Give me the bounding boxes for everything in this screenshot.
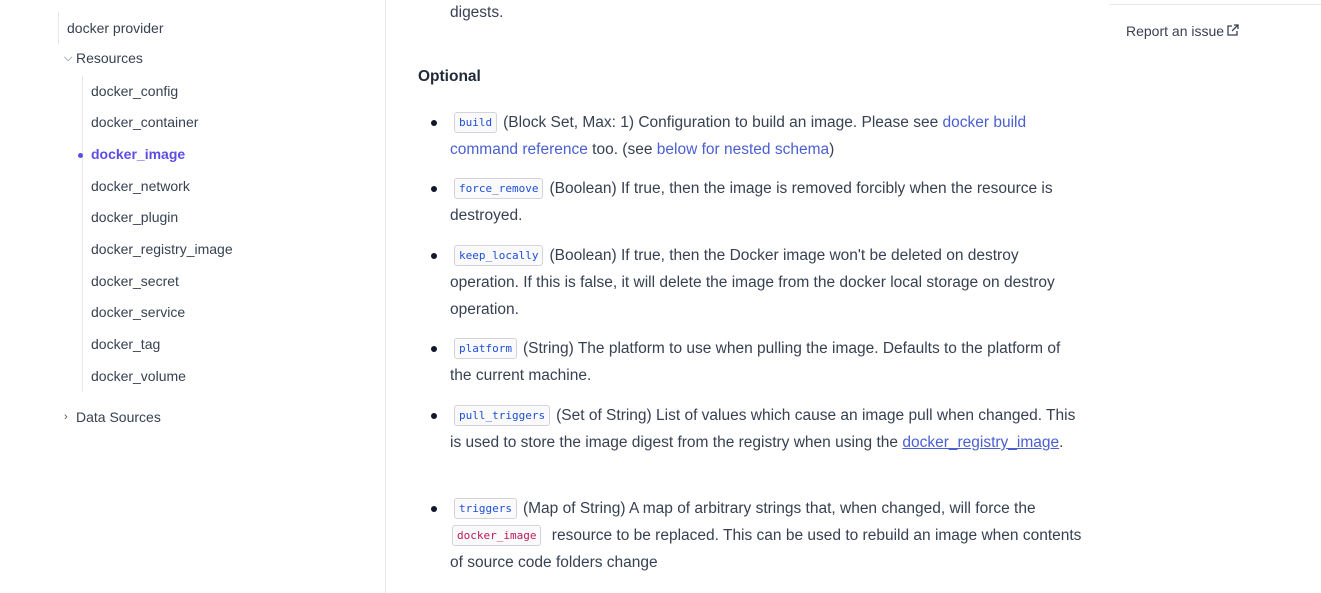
bullet-icon xyxy=(431,413,437,419)
item-text: (Map of String) A map of arbitrary strin… xyxy=(522,500,1036,517)
bullet-icon xyxy=(431,186,437,192)
code-triggers: triggers xyxy=(454,498,517,519)
sidebar-item-docker-config[interactable]: docker_config xyxy=(91,83,178,99)
item-text: (Block Set, Max: 1) Configuration to bui… xyxy=(503,114,943,131)
chevron-right-icon: › xyxy=(64,411,68,423)
external-link-icon xyxy=(1227,24,1239,36)
report-issue-label: Report an issue xyxy=(1126,23,1225,39)
code-pull-triggers: pull_triggers xyxy=(454,405,551,426)
item-text: . xyxy=(1059,434,1064,451)
sidebar-item-docker-secret[interactable]: docker_secret xyxy=(91,273,179,289)
section-heading-optional: Optional xyxy=(418,68,481,85)
intro-text: digests. xyxy=(450,4,504,21)
list-item-platform: platform (String) The platform to use whe… xyxy=(431,335,1082,389)
divider xyxy=(1110,4,1321,5)
list-item-keep-locally: keep_locally (Boolean) If true, then the … xyxy=(431,242,1082,323)
sidebar-item-docker-service[interactable]: docker_service xyxy=(91,304,185,320)
nested-schema-link[interactable]: below for nested schema xyxy=(657,141,829,158)
item-text: too. (see xyxy=(587,141,657,158)
sidebar-item-docker-container[interactable]: docker_container xyxy=(91,114,198,130)
report-issue-link[interactable]: Report an issue xyxy=(1126,23,1239,39)
sidebar-group-label: Data Sources xyxy=(76,409,161,425)
docker-registry-image-link[interactable]: docker_registry_image xyxy=(902,434,1059,451)
code-build: build xyxy=(454,112,498,133)
code-force-remove: force_remove xyxy=(454,178,544,199)
bullet-icon xyxy=(431,506,437,512)
chevron-down-icon: ⌵ xyxy=(64,51,73,64)
list-item-pull-triggers: pull_triggers (Set of String) List of val… xyxy=(431,402,1082,456)
sidebar-item-docker-plugin[interactable]: docker_plugin xyxy=(91,209,178,225)
item-text: resource to be replaced. This can be use… xyxy=(450,527,1082,571)
sidebar-item-docker-network[interactable]: docker_network xyxy=(91,178,190,194)
sidebar-root-link[interactable]: docker provider xyxy=(58,12,164,44)
sidebar-item-docker-image[interactable]: docker_image xyxy=(77,146,185,162)
sidebar-resources-list: docker_config docker_container docker_im… xyxy=(77,76,383,392)
bullet-icon xyxy=(431,253,437,259)
sidebar-item-docker-registry-image[interactable]: docker_registry_image xyxy=(91,241,233,257)
item-text: (String) The platform to use when pullin… xyxy=(450,340,1061,384)
bullet-icon xyxy=(431,120,437,126)
list-item-build: build (Block Set, Max: 1) Configuration t… xyxy=(431,109,1082,163)
sidebar-group-data-sources[interactable]: › Data Sources xyxy=(64,409,161,425)
sidebar-group-label: Resources xyxy=(76,50,143,66)
list-item-force-remove: force_remove (Boolean) If true, then the … xyxy=(431,175,1082,229)
list-item-triggers: triggers (Map of String) A map of arbitra… xyxy=(431,495,1082,576)
code-keep-locally: keep_locally xyxy=(454,245,544,266)
bullet-icon xyxy=(431,346,437,352)
sidebar-item-docker-tag[interactable]: docker_tag xyxy=(91,336,160,352)
code-platform: platform xyxy=(454,338,517,359)
sidebar-item-docker-volume[interactable]: docker_volume xyxy=(91,368,186,384)
docs-sidebar: docker provider ⌵ Resources docker_confi… xyxy=(0,0,386,593)
sidebar-group-resources[interactable]: ⌵ Resources xyxy=(64,50,143,66)
item-text: ) xyxy=(829,141,835,158)
code-docker-image: docker_image xyxy=(452,525,542,546)
